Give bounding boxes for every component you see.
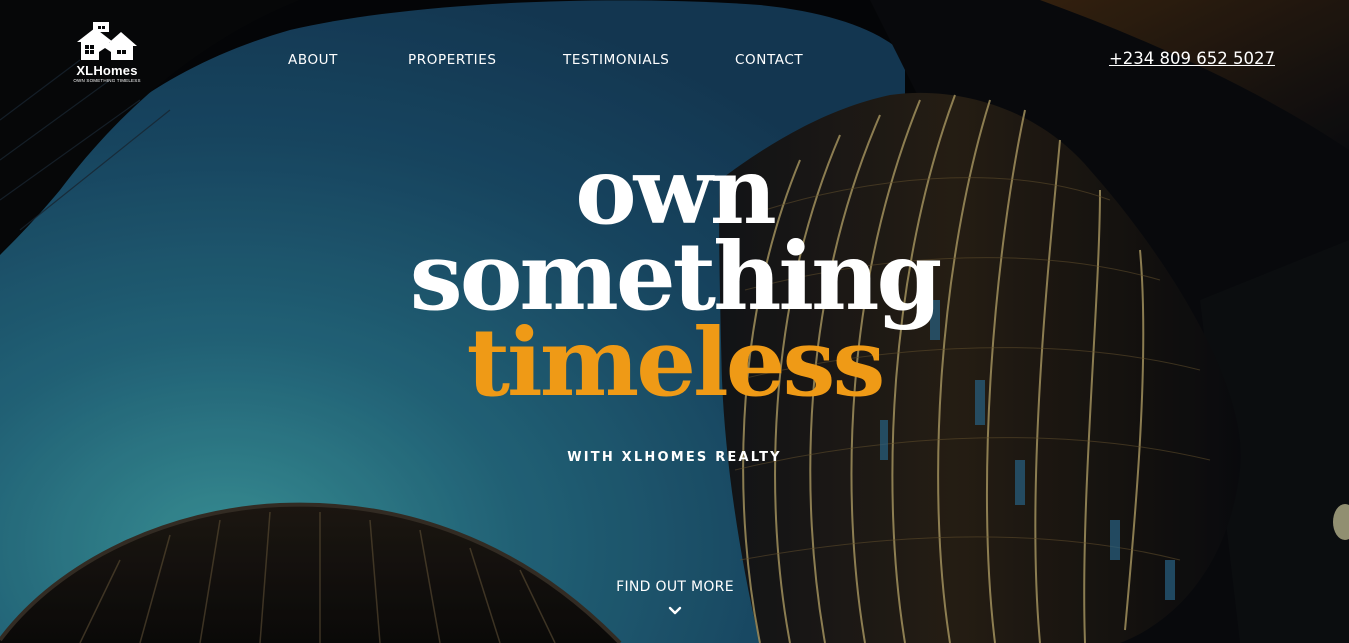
hero-headline: own something timeless — [0, 145, 1349, 418]
find-out-more-button[interactable]: FIND OUT MORE — [575, 576, 775, 632]
nav-item-contact[interactable]: CONTACT — [735, 51, 803, 69]
nav-item-about[interactable]: ABOUT — [288, 51, 338, 69]
find-out-more-label: FIND OUT MORE — [616, 579, 734, 595]
chevron-down-icon — [668, 606, 682, 615]
hero-subline: WITH XLHOMES REALTY — [567, 450, 782, 465]
nav-item-testimonials[interactable]: TESTIMONIALS — [563, 51, 669, 69]
headline-line-timeless: timeless — [466, 308, 886, 418]
brand-tagline: OWN SOMETHING TIMELESS — [73, 78, 141, 83]
nav-item-properties[interactable]: PROPERTIES — [408, 51, 497, 69]
hero-section: XLHomes OWN SOMETHING TIMELESS ABOUT PRO… — [0, 0, 1349, 643]
phone-number-link[interactable]: +234 809 652 5027 — [1109, 48, 1275, 70]
